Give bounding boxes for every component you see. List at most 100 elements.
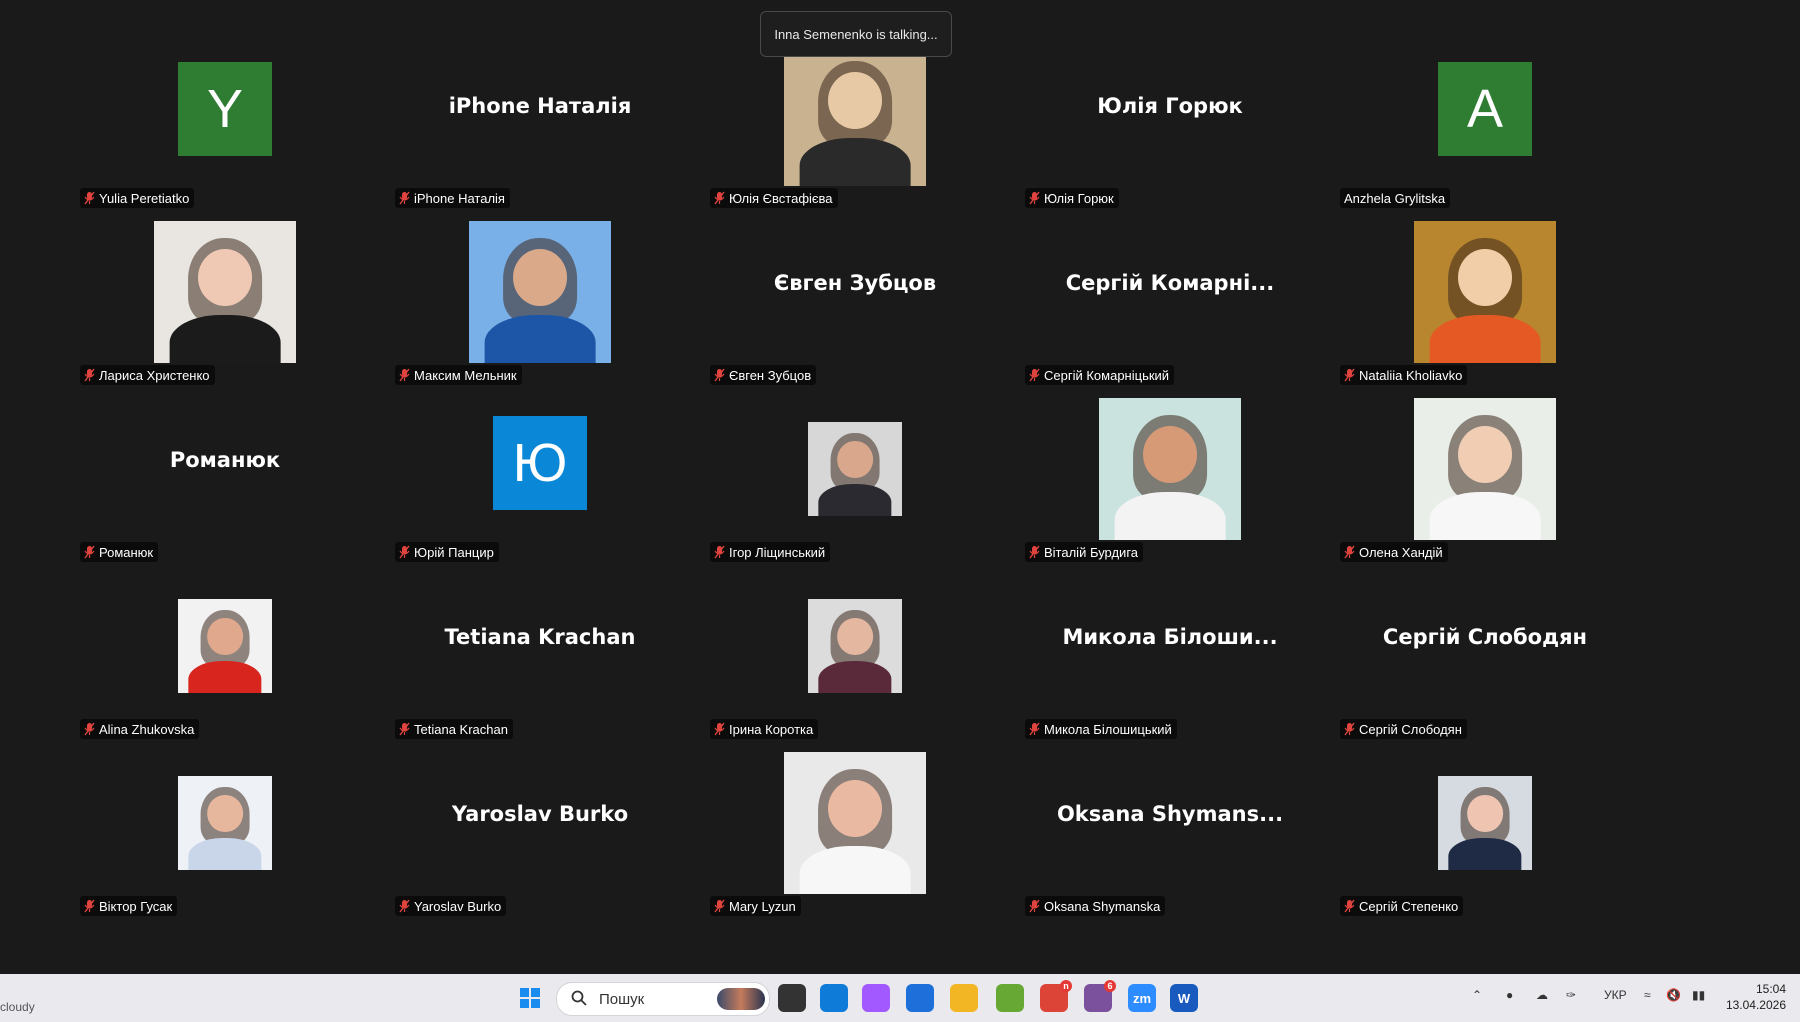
participant-tile[interactable]: Віталій Бурдига	[1015, 394, 1325, 566]
task-view-icon[interactable]	[778, 984, 806, 1012]
participant-tile[interactable]: Олена Хандій	[1330, 394, 1640, 566]
participant-tile[interactable]: Ігор Ліщинський	[700, 394, 1010, 566]
participant-tile[interactable]: Alina Zhukovska	[70, 571, 380, 743]
security-icon[interactable]: ●	[1506, 988, 1513, 1002]
muted-mic-icon	[714, 191, 725, 205]
show-hidden-icons-chevron-icon[interactable]: ⌃	[1472, 988, 1482, 1002]
participant-name: iPhone Наталія	[414, 190, 505, 206]
weather-widget[interactable]: cloudy	[0, 1000, 35, 1014]
profile-photo	[784, 44, 926, 186]
participant-name-label: Ірина Коротка	[710, 719, 819, 739]
participant-name-label: Юлія Євстафієва	[710, 188, 838, 208]
participant-name: Сергій Степенко	[1359, 898, 1459, 914]
participant-display-name: Yaroslav Burko	[451, 802, 629, 826]
muted-mic-icon	[84, 545, 95, 559]
participant-tile[interactable]: Ірина Коротка	[700, 571, 1010, 743]
participant-display-name: Юлія Горюк	[1097, 94, 1243, 118]
participant-tile[interactable]: Романюк Романюк	[70, 394, 380, 566]
participant-tile[interactable]: Yaroslav Burko Yaroslav Burko	[385, 748, 695, 920]
participant-tile[interactable]: Євген Зубцов Євген Зубцов	[700, 217, 1010, 389]
participant-name-label: Микола Білошицький	[1025, 719, 1177, 739]
participant-name-label: Ігор Ліщинський	[710, 542, 831, 562]
windows-taskbar: cloudy Пошук n 6 zm W ⌃ ● ☁ ✑ УКР ≈ 🔇 ▮▮ 15…	[0, 974, 1800, 1022]
participant-tile[interactable]: Tetiana Krachan Tetiana Krachan	[385, 571, 695, 743]
store-icon[interactable]	[906, 984, 934, 1012]
input-language[interactable]: УКР	[1604, 988, 1627, 1002]
participant-tile[interactable]: Y Yulia Peretiatko	[70, 40, 380, 212]
participant-name-label: Віктор Гусак	[80, 896, 178, 916]
battery-icon[interactable]: ▮▮	[1692, 988, 1705, 1002]
word-icon[interactable]: W	[1170, 984, 1198, 1012]
muted-mic-icon	[1344, 368, 1355, 382]
participant-tile[interactable]: Лариса Христенко	[70, 217, 380, 389]
zoom-icon[interactable]: zm	[1128, 984, 1156, 1012]
participant-name: Yulia Peretiatko	[99, 190, 190, 206]
participant-tile[interactable]: Oksana Shymans... Oksana Shymanska	[1015, 748, 1325, 920]
participant-tile[interactable]: Сергій Степенко	[1330, 748, 1640, 920]
muted-mic-icon	[399, 899, 410, 913]
file-explorer-icon[interactable]	[950, 984, 978, 1012]
muted-mic-icon	[84, 722, 95, 736]
taskbar-search-box[interactable]: Пошук	[556, 982, 770, 1016]
participant-display-name: Микола Білоши...	[1062, 625, 1278, 649]
participant-display-name: Oksana Shymans...	[1056, 802, 1284, 826]
participant-tile[interactable]: Юлія Горюк Юлія Горюк	[1015, 40, 1325, 212]
participant-tile[interactable]: A Anzhela Grylitska	[1330, 40, 1640, 212]
pen-input-icon[interactable]: ✑	[1566, 988, 1576, 1002]
participant-name-label: Yulia Peretiatko	[80, 188, 195, 208]
participant-tile[interactable]: Віктор Гусак	[70, 748, 380, 920]
speaker-muted-icon[interactable]: 🔇	[1666, 988, 1681, 1002]
participant-tile[interactable]: Сергій Слободян Сергій Слободян	[1330, 571, 1640, 743]
muted-mic-icon	[84, 899, 95, 913]
notification-badge: 6	[1104, 980, 1116, 992]
utorrent-icon[interactable]	[996, 984, 1024, 1012]
profile-photo	[469, 221, 611, 363]
viber-icon[interactable]: 6	[1084, 980, 1116, 1012]
profile-photo	[808, 422, 902, 516]
copilot-icon[interactable]	[862, 984, 890, 1012]
profile-photo	[1414, 398, 1556, 540]
search-icon	[571, 990, 587, 1011]
participant-tile[interactable]: Nataliia Kholiavko	[1330, 217, 1640, 389]
participant-tile[interactable]: Юлія Євстафієва	[700, 40, 1010, 212]
muted-mic-icon	[714, 722, 725, 736]
muted-mic-icon	[1029, 191, 1040, 205]
active-speaker-notice: Inna Semenenko is talking...	[760, 11, 952, 57]
participant-name-label: Віталій Бурдига	[1025, 542, 1144, 562]
participant-tile[interactable]: Сергій Комарні... Сергій Комарніцький	[1015, 217, 1325, 389]
participant-tile[interactable]: iPhone Наталія iPhone Наталія	[385, 40, 695, 212]
initial-avatar: Y	[178, 62, 272, 156]
participant-name: Ірина Коротка	[729, 721, 814, 737]
muted-mic-icon	[399, 368, 410, 382]
participant-name-label: Юрій Панцир	[395, 542, 499, 562]
cloud-sync-icon[interactable]: ☁	[1536, 988, 1548, 1002]
participant-name: Віталій Бурдига	[1044, 544, 1139, 560]
muted-mic-icon	[84, 191, 95, 205]
participant-tile[interactable]: Mary Lyzun	[700, 748, 1010, 920]
participant-tile[interactable]: Максим Мельник	[385, 217, 695, 389]
muted-mic-icon	[1344, 722, 1355, 736]
profile-photo	[178, 776, 272, 870]
muted-mic-icon	[714, 545, 725, 559]
participant-name-label: Alina Zhukovska	[80, 719, 200, 739]
participant-name-label: Романюк	[80, 542, 159, 562]
muted-mic-icon	[1029, 368, 1040, 382]
search-placeholder: Пошук	[599, 990, 645, 1008]
muted-mic-icon	[714, 899, 725, 913]
windows-start-icon[interactable]	[516, 984, 544, 1012]
search-highlight-image	[717, 988, 765, 1010]
muted-mic-icon	[399, 545, 410, 559]
participant-name: Микола Білошицький	[1044, 721, 1172, 737]
participant-name: Nataliia Kholiavko	[1359, 367, 1463, 383]
chrome-icon[interactable]: n	[1040, 980, 1072, 1012]
clock-date: 13.04.2026	[1725, 998, 1786, 1012]
participant-display-name: Євген Зубцов	[773, 271, 937, 295]
edge-icon[interactable]	[820, 984, 848, 1012]
wifi-icon[interactable]: ≈	[1644, 988, 1651, 1002]
muted-mic-icon	[1344, 899, 1355, 913]
participant-tile[interactable]: Ю Юрій Панцир	[385, 394, 695, 566]
system-clock[interactable]: 15:04 13.04.2026	[1726, 981, 1786, 1013]
notification-badge: n	[1060, 980, 1072, 992]
participant-tile[interactable]: Микола Білоши... Микола Білошицький	[1015, 571, 1325, 743]
participant-name: Лариса Христенко	[99, 367, 210, 383]
